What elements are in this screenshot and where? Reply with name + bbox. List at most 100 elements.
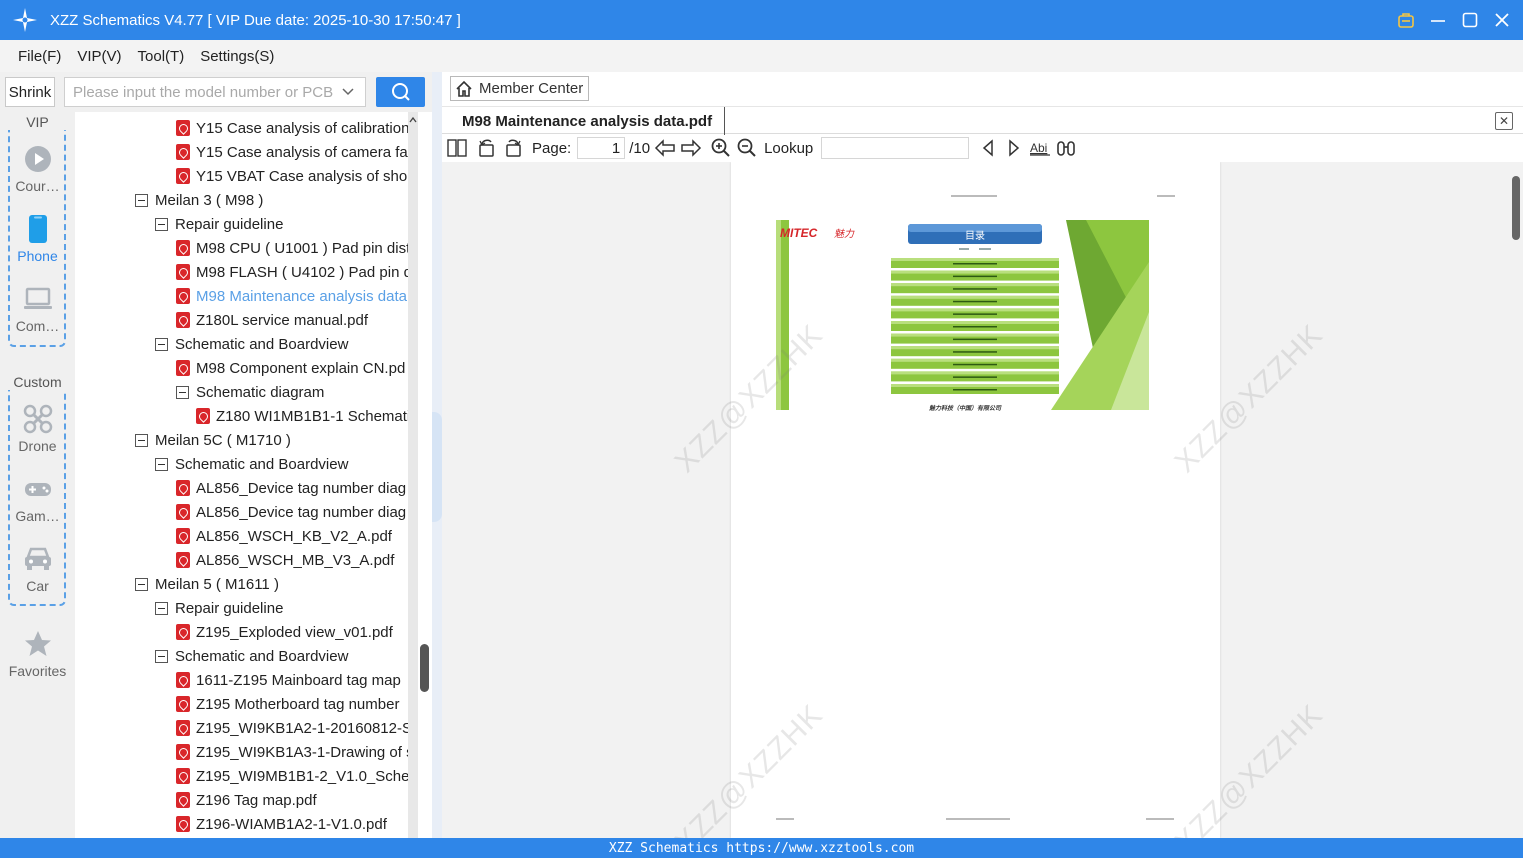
page-scrollbar-thumb[interactable] [1512,176,1520,240]
pdf-toc-entry-highlight [891,321,1059,324]
pdf-toc-entry-text [953,275,997,278]
collapse-icon[interactable] [155,337,168,351]
match-case-icon[interactable]: Abi [1029,137,1051,159]
page-area[interactable]: MITEC 魅力 目录 魅力科技（中国）有限公司 XZZ@XZZHK XZZ@X… [442,162,1523,838]
member-center-button[interactable]: Member Center [450,76,589,101]
tree-folder[interactable]: Meilan 5 ( M1611 ) [135,572,279,596]
tree-folder[interactable]: Meilan 3 ( M98 ) [135,188,263,212]
previous-page-icon[interactable] [654,137,676,159]
tree-item-label: Z195_Exploded view_v01.pdf [196,623,393,641]
tree-item-label: Z180 WI1MB1B1-1 Schemati [216,407,411,425]
next-page-icon[interactable] [680,137,702,159]
tree-folder[interactable]: Schematic diagram [176,380,324,404]
minimize-icon[interactable] [1429,11,1447,29]
rail-item-drone[interactable]: Drone [0,404,75,454]
binoculars-icon[interactable] [1055,137,1077,159]
vip-bag-icon[interactable] [1397,11,1415,29]
rail-item-car[interactable]: Car [0,544,75,594]
pdf-viewer: Member Center M98 Maintenance analysis d… [442,72,1523,838]
tree-file[interactable]: Z180 WI1MB1B1-1 Schemati [196,404,410,428]
tree-file[interactable]: Z196-WIAMB1A2-1-V1.0.pdf [176,812,387,836]
search-button[interactable] [376,77,425,107]
model-search-input[interactable] [65,83,335,101]
menu-bar: File(F) VIP(V) Tool(T) Settings(S) [0,40,1523,72]
document-tab[interactable]: M98 Maintenance analysis data.pdf [450,107,726,135]
lookup-input[interactable] [821,137,970,159]
tree-file[interactable]: M98 FLASH ( U4102 ) Pad pin d [176,260,412,284]
tree-file[interactable]: Z196 Tag map.pdf [176,788,317,812]
zoom-out-icon[interactable] [736,137,758,159]
page-label: Page: [532,139,572,157]
category-rail: VIP Cour… Phone Com… Custom Drone Gam… C… [0,112,75,838]
tree-file[interactable]: Y15 Case analysis of camera fail [176,140,414,164]
tree-item-label: Z196 Tag map.pdf [196,791,317,809]
rail-item-phone[interactable]: Phone [0,214,75,264]
tree-file[interactable]: AL856_WSCH_KB_V2_A.pdf [176,524,392,548]
collapse-panel-tab[interactable] [432,412,442,522]
tree-file[interactable]: Z195_WI9MB1B1-2_V1.0_Schem [176,764,418,788]
rotate-right-icon[interactable] [502,137,524,159]
zoom-in-icon[interactable] [710,137,732,159]
tree-folder[interactable]: Meilan 5C ( M1710 ) [135,428,291,452]
pdf-file-icon [176,360,190,376]
page-number-input[interactable]: 1 [577,137,626,159]
tree-scrollbar-thumb[interactable] [420,644,429,692]
tree-item-label: AL856_WSCH_MB_V3_A.pdf [196,551,395,569]
close-icon[interactable] [1493,11,1511,29]
tree-file[interactable]: AL856_Device tag number diag [176,476,406,500]
pdf-file-icon [176,240,190,256]
chevron-down-icon[interactable] [341,84,355,98]
find-previous-icon[interactable] [977,137,999,159]
two-page-view-icon[interactable] [446,137,468,159]
tree-folder[interactable]: Repair guideline [155,596,283,620]
shrink-button[interactable]: Shrink [5,77,55,107]
collapse-icon[interactable] [155,649,168,663]
collapse-icon[interactable] [135,193,148,207]
tree-item-label: M98 Component explain CN.pd [196,359,406,377]
rail-item-game[interactable]: Gam… [0,474,75,524]
panel-splitter[interactable] [432,72,442,838]
tree-file[interactable]: Z195_WI9KB1A2-1-20160812-Sc [176,716,418,740]
collapse-icon[interactable] [155,217,168,231]
maximize-icon[interactable] [1461,11,1479,29]
menu-file[interactable]: File(F) [18,48,61,65]
tree-file[interactable]: AL856_Device tag number diag [176,500,406,524]
tree-scrollbar-track[interactable] [408,112,418,838]
collapse-icon[interactable] [135,577,148,591]
tree-file[interactable]: M98 Component explain CN.pd [176,356,405,380]
tree-file[interactable]: 1611-Z195 Mainboard tag map [176,668,401,692]
rail-item-favorites[interactable]: Favorites [0,629,75,679]
tree-file[interactable]: Z180L service manual.pdf [176,308,368,332]
menu-vip[interactable]: VIP(V) [77,48,121,65]
collapse-icon[interactable] [155,601,168,615]
page-scrollbar[interactable] [1511,162,1521,838]
scroll-up-icon[interactable] [408,112,418,128]
tree-file[interactable]: M98 Maintenance analysis data [176,284,407,308]
tree-file[interactable]: M98 CPU ( U1001 ) Pad pin dist [176,236,410,260]
close-document-icon[interactable]: ✕ [1495,112,1513,130]
rail-item-computer[interactable]: Com… [0,284,75,334]
tree-file[interactable]: Y15 Case analysis of calibration [176,116,409,140]
tree-folder[interactable]: Schematic and Boardview [155,332,348,356]
find-next-icon[interactable] [1003,137,1025,159]
gamepad-icon [23,474,53,504]
tree-item-label: Schematic and Boardview [175,455,349,473]
tree-folder[interactable]: Schematic and Boardview [155,452,348,476]
menu-settings[interactable]: Settings(S) [200,48,274,65]
collapse-icon[interactable] [176,385,189,399]
collapse-icon[interactable] [135,433,148,447]
menu-tool[interactable]: Tool(T) [138,48,185,65]
tree-file[interactable]: Y15 VBAT Case analysis of short [176,164,416,188]
tree-folder[interactable]: Schematic and Boardview [155,644,348,668]
tree-file[interactable]: Z195_WI9KB1A3-1-Drawing of s [176,740,414,764]
tree-file[interactable]: Z195_Exploded view_v01.pdf [176,620,393,644]
rotate-left-icon[interactable] [476,137,498,159]
tree-file[interactable]: Z195 Motherboard tag number [176,692,399,716]
tree-folder[interactable]: Repair guideline [155,212,283,236]
pdf-file-icon [196,408,210,424]
tree-file[interactable]: AL856_WSCH_MB_V3_A.pdf [176,548,394,572]
rail-item-course[interactable]: Cour… [0,144,75,194]
pdf-toc-entry-text [953,288,997,290]
collapse-icon[interactable] [155,457,168,471]
model-search-box[interactable] [64,77,366,107]
